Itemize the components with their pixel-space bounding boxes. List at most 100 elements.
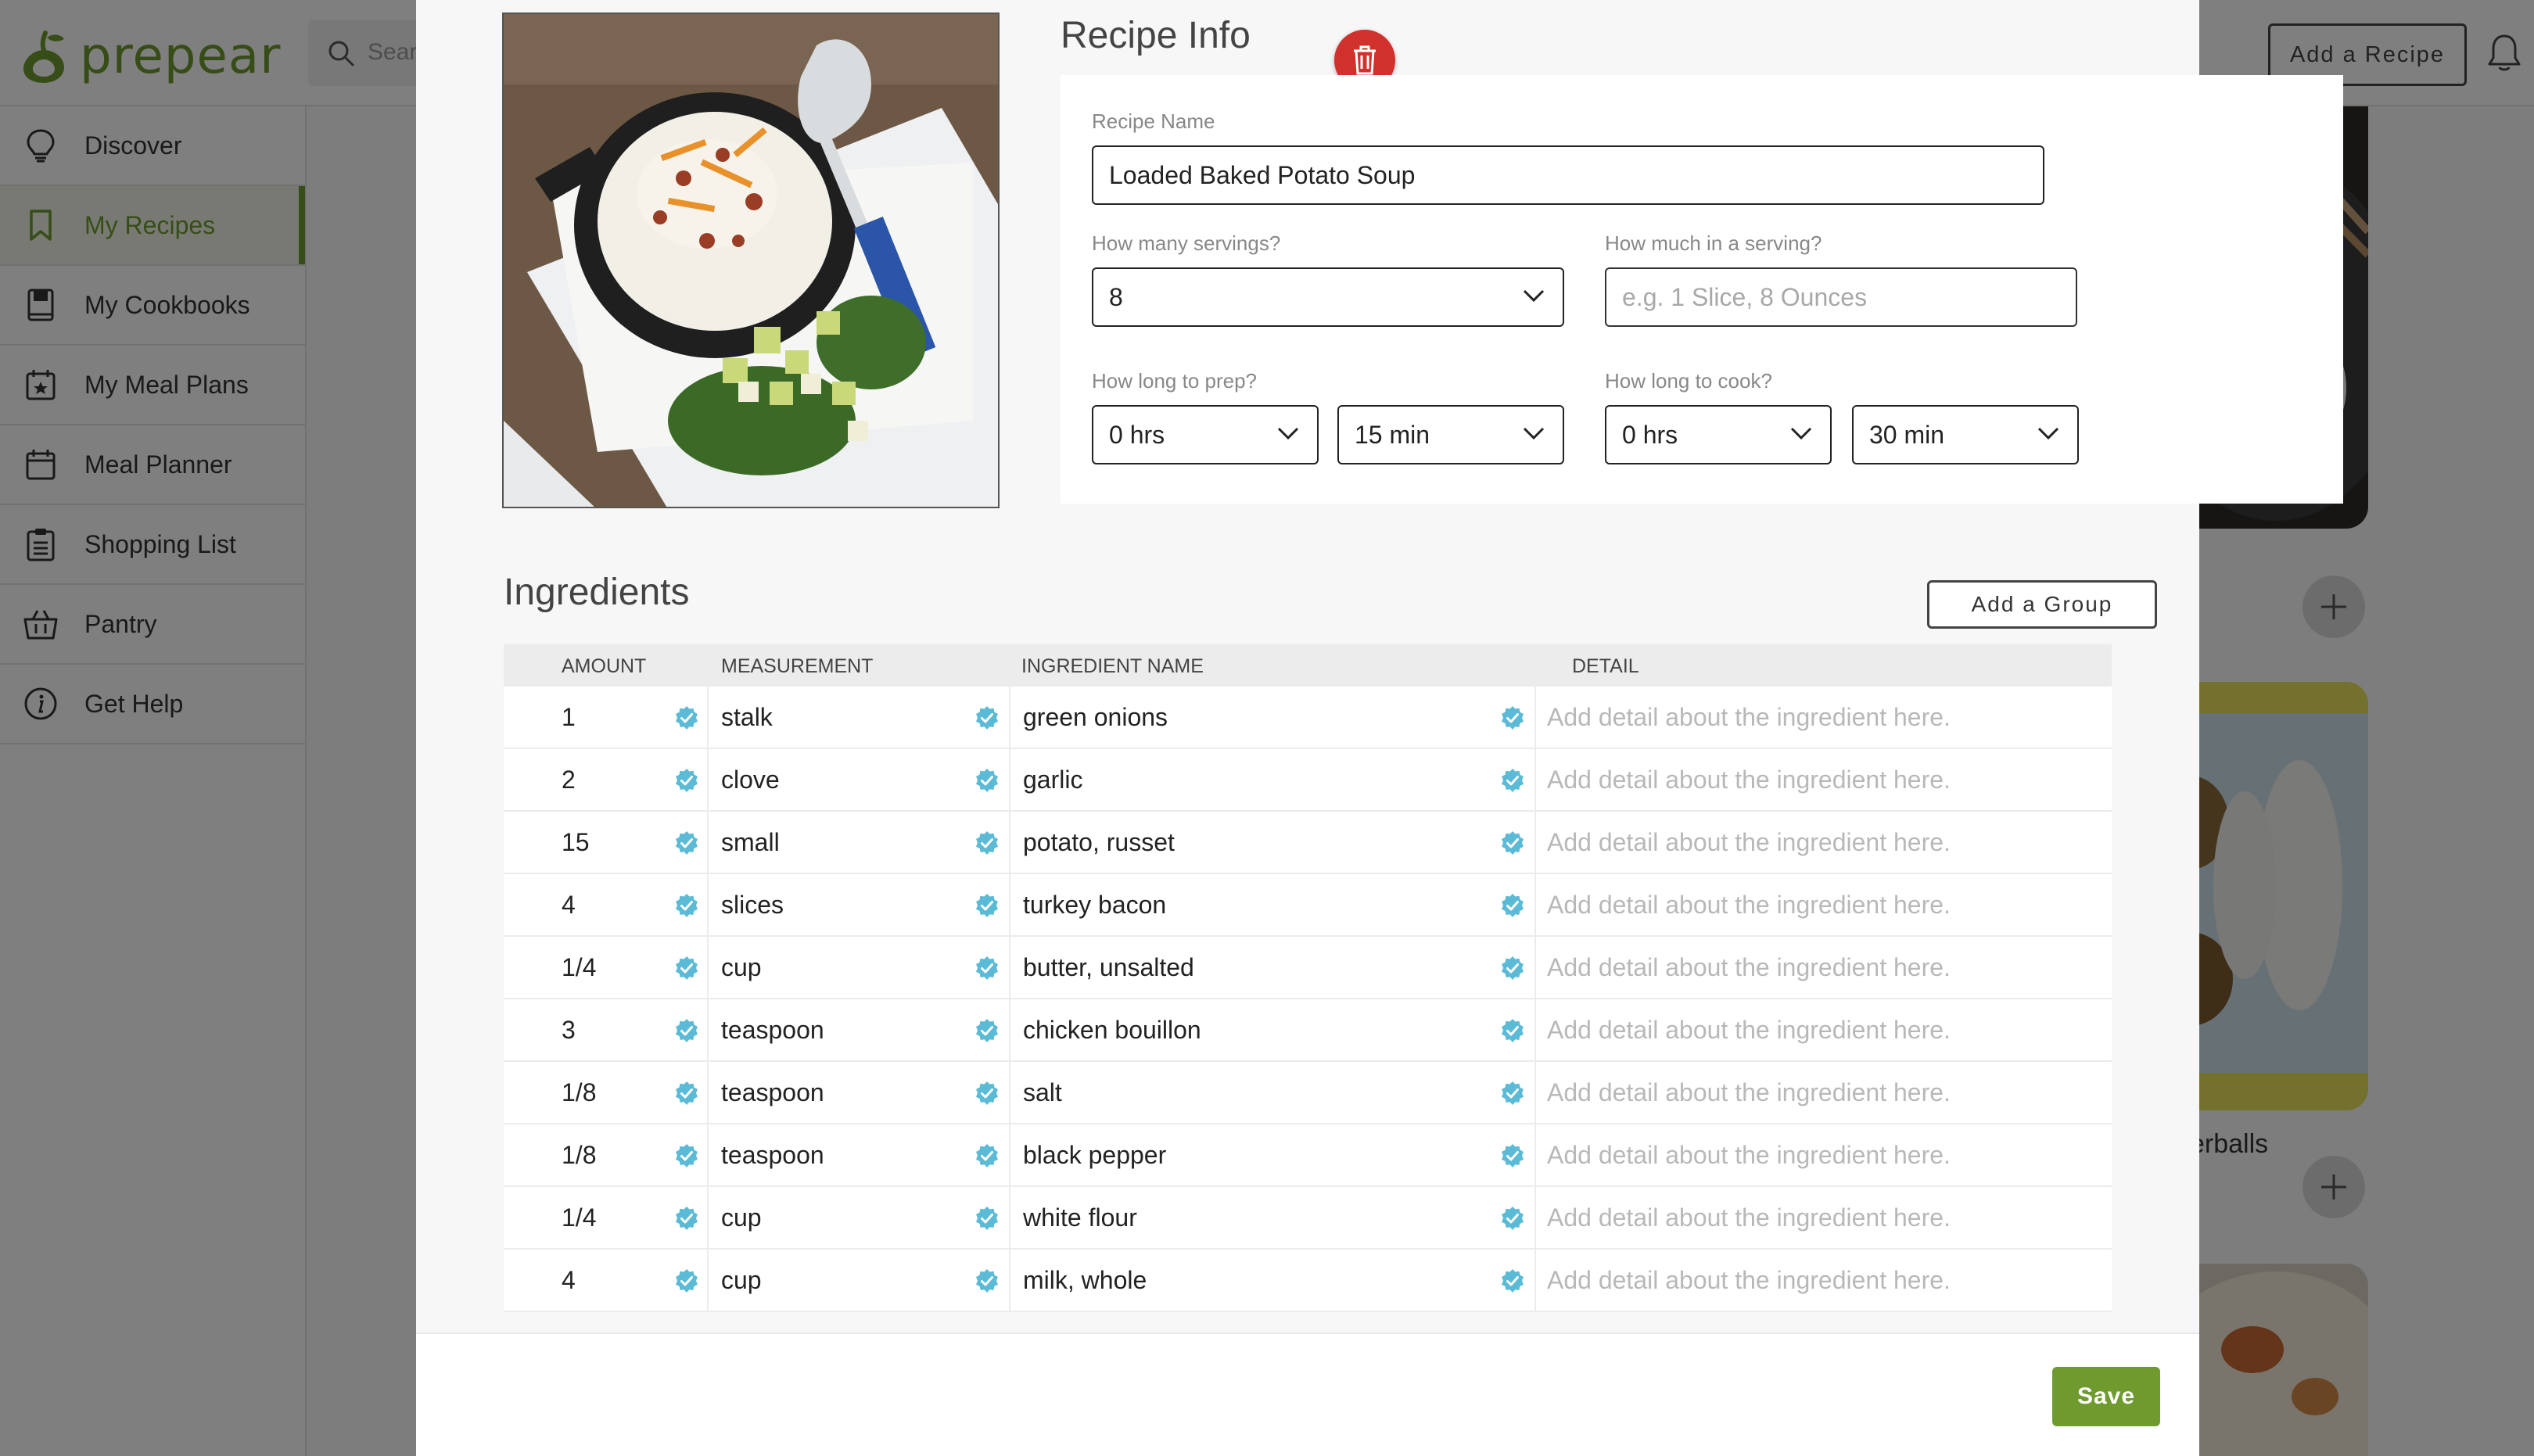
verified-check-icon	[1502, 1081, 1524, 1105]
column-divider	[1009, 1250, 1010, 1311]
verified-check-icon	[976, 956, 998, 980]
verified-check-icon	[976, 1144, 998, 1167]
recipe-name-input[interactable]: Loaded Baked Potato Soup	[1092, 145, 2044, 205]
recipe-info-panel: Recipe Name Loaded Baked Potato Soup How…	[1061, 75, 2343, 504]
ingredient-measurement[interactable]: cup	[721, 1250, 979, 1311]
column-divider	[1534, 1187, 1536, 1248]
ingredient-amount[interactable]: 4	[562, 874, 671, 935]
ingredient-name[interactable]: green onions	[1023, 687, 1461, 748]
ingredient-amount[interactable]: 1/4	[562, 1187, 671, 1248]
column-divider	[1009, 999, 1010, 1060]
column-divider	[1534, 1250, 1536, 1311]
cook-hours-select[interactable]: 0 hrs	[1605, 405, 1832, 464]
ingredient-row: 15 small potato, russet Add detail about th…	[504, 812, 2112, 874]
ingredient-name[interactable]: garlic	[1023, 749, 1461, 810]
column-divider	[1009, 1187, 1010, 1248]
serving-size-input[interactable]: e.g. 1 Slice, 8 Ounces	[1605, 267, 2077, 327]
verified-check-icon	[1502, 769, 1524, 792]
prep-hours-select[interactable]: 0 hrs	[1092, 405, 1319, 464]
column-divider	[1009, 937, 1010, 998]
recipe-name-label: Recipe Name	[1092, 109, 1215, 133]
ingredient-name[interactable]: black pepper	[1023, 1124, 1461, 1185]
ingredient-measurement[interactable]: teaspoon	[721, 999, 979, 1060]
column-divider	[1009, 687, 1010, 748]
cook-minutes-select[interactable]: 30 min	[1852, 405, 2079, 464]
verified-check-icon	[1502, 1019, 1524, 1042]
servings-select[interactable]: 8	[1092, 267, 1564, 327]
ingredient-detail-input[interactable]: Add detail about the ingredient here.	[1547, 812, 2094, 873]
ingredient-amount[interactable]: 4	[562, 1250, 671, 1311]
ingredient-row: 4 cup milk, whole Add detail about the ingr…	[504, 1250, 2112, 1312]
verified-check-icon	[676, 956, 698, 980]
ingredient-measurement[interactable]: stalk	[721, 687, 979, 748]
verified-check-icon	[976, 769, 998, 792]
ingredient-amount[interactable]: 1/4	[562, 937, 671, 998]
edit-recipe-modal: Recipe Info Recipe Name Loaded Baked Pot…	[416, 0, 2343, 1456]
ingredient-measurement[interactable]: teaspoon	[721, 1062, 979, 1123]
ingredient-amount[interactable]: 3	[562, 999, 671, 1060]
ingredient-measurement[interactable]: clove	[721, 749, 979, 810]
ingredient-row: 1/4 cup white flour Add detail about the in…	[504, 1187, 2112, 1250]
ingredient-measurement[interactable]: slices	[721, 874, 979, 935]
ingredient-detail-input[interactable]: Add detail about the ingredient here.	[1547, 749, 2094, 810]
ingredient-amount[interactable]: 1	[562, 687, 671, 748]
add-group-button[interactable]: Add a Group	[1927, 580, 2157, 629]
ingredient-amount[interactable]: 1/8	[562, 1062, 671, 1123]
servings-value: 8	[1109, 282, 1123, 311]
ingredient-detail-input[interactable]: Add detail about the ingredient here.	[1547, 1062, 2094, 1123]
prep-minutes-select[interactable]: 15 min	[1337, 405, 1564, 464]
ingredient-amount[interactable]: 1/8	[562, 1124, 671, 1185]
verified-check-icon	[676, 831, 698, 855]
header-detail: DETAIL	[1572, 655, 1639, 677]
trash-icon	[1354, 45, 1376, 75]
ingredient-measurement[interactable]: cup	[721, 1187, 979, 1248]
prep-time-label: How long to prep?	[1092, 369, 1258, 393]
ingredient-name[interactable]: potato, russet	[1023, 812, 1461, 873]
ingredient-detail-input[interactable]: Add detail about the ingredient here.	[1547, 687, 2094, 748]
column-divider	[1534, 999, 1536, 1060]
column-divider	[1009, 1062, 1010, 1123]
column-divider	[1009, 874, 1010, 935]
ingredient-measurement[interactable]: cup	[721, 937, 979, 998]
verified-check-icon	[1502, 706, 1524, 730]
ingredient-detail-input[interactable]: Add detail about the ingredient here.	[1547, 1250, 2094, 1311]
verified-check-icon	[976, 1019, 998, 1042]
verified-check-icon	[676, 1269, 698, 1293]
ingredient-detail-input[interactable]: Add detail about the ingredient here.	[1547, 937, 2094, 998]
column-divider	[707, 1187, 709, 1248]
ingredient-name[interactable]: milk, whole	[1023, 1250, 1461, 1311]
modal-footer: Save	[416, 1332, 2199, 1456]
recipe-info-title: Recipe Info	[1061, 15, 1251, 56]
ingredient-measurement[interactable]: teaspoon	[721, 1124, 979, 1185]
ingredient-name[interactable]: chicken bouillon	[1023, 999, 1461, 1060]
verified-check-icon	[1502, 1269, 1524, 1293]
column-divider	[1534, 749, 1536, 810]
recipe-photo-potato-soup	[504, 14, 998, 507]
save-button[interactable]: Save	[2052, 1367, 2160, 1426]
prep-hours-value: 0 hrs	[1109, 420, 1165, 449]
ingredient-measurement[interactable]: small	[721, 812, 979, 873]
ingredient-name[interactable]: salt	[1023, 1062, 1461, 1123]
ingredient-row: 3 teaspoon chicken bouillon Add detail abou…	[504, 999, 2112, 1062]
ingredient-name[interactable]: white flour	[1023, 1187, 1461, 1248]
verified-check-icon	[976, 1269, 998, 1293]
verified-check-icon	[676, 1144, 698, 1167]
column-divider	[707, 874, 709, 935]
ingredient-amount[interactable]: 15	[562, 812, 671, 873]
ingredient-row: 1/8 teaspoon black pepper Add detail about …	[504, 1124, 2112, 1187]
column-divider	[707, 1250, 709, 1311]
ingredient-detail-input[interactable]: Add detail about the ingredient here.	[1547, 874, 2094, 935]
ingredient-name[interactable]: butter, unsalted	[1023, 937, 1461, 998]
ingredient-detail-input[interactable]: Add detail about the ingredient here.	[1547, 1124, 2094, 1185]
verified-check-icon	[676, 894, 698, 917]
ingredient-detail-input[interactable]: Add detail about the ingredient here.	[1547, 1187, 2094, 1248]
cook-time-label: How long to cook?	[1605, 369, 1772, 393]
ingredient-name[interactable]: turkey bacon	[1023, 874, 1461, 935]
ingredient-detail-input[interactable]: Add detail about the ingredient here.	[1547, 999, 2094, 1060]
column-divider	[1534, 687, 1536, 748]
column-divider	[1009, 812, 1010, 873]
column-divider	[707, 749, 709, 810]
recipe-photo[interactable]	[502, 13, 1000, 508]
column-divider	[707, 1062, 709, 1123]
ingredient-amount[interactable]: 2	[562, 749, 671, 810]
